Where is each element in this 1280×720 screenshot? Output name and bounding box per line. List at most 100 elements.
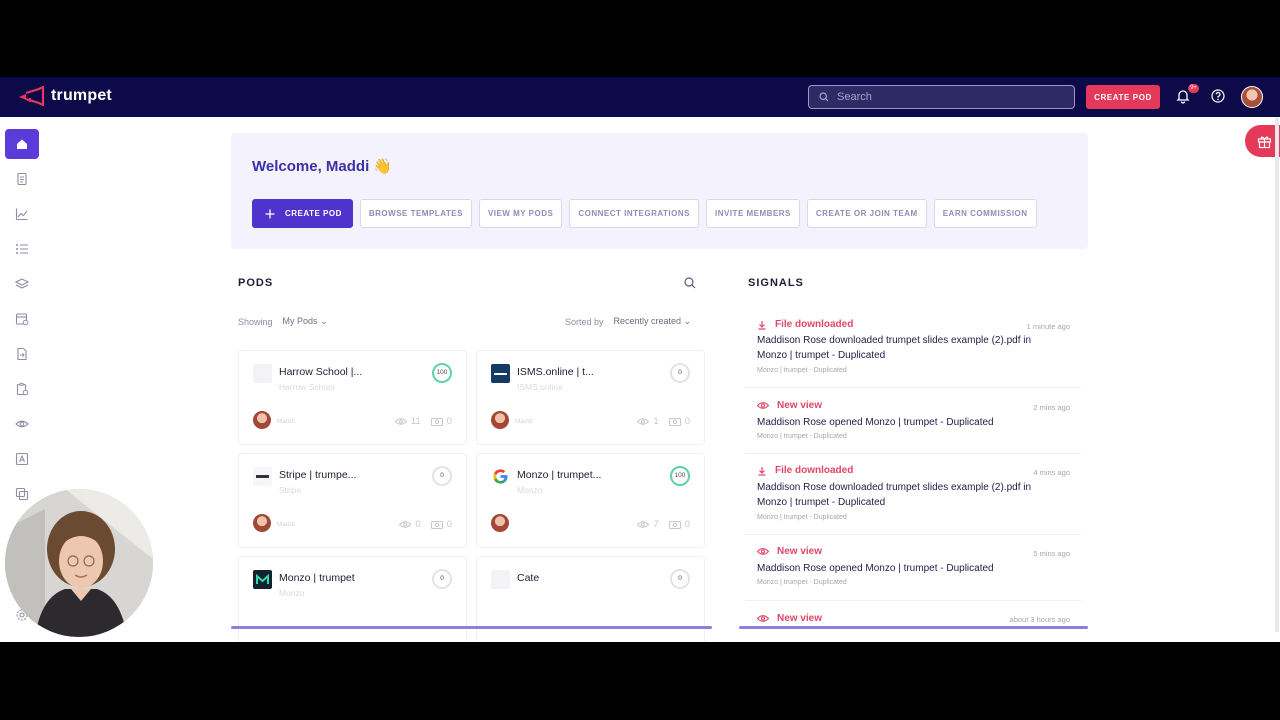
sidebar-item-views[interactable]	[5, 409, 39, 439]
pod-engagement: 0	[446, 519, 452, 530]
file-export-icon	[17, 347, 27, 361]
eye-icon	[757, 548, 769, 555]
eye-icon	[15, 420, 29, 428]
sort-dropdown[interactable]: Recently created ⌄	[614, 316, 692, 327]
sidebar-item-lists[interactable]	[5, 234, 39, 264]
signal-type: File downloaded	[757, 465, 853, 476]
signal-type-label: New view	[777, 546, 823, 557]
sidebar-item-tasks[interactable]	[5, 374, 39, 404]
download-icon	[758, 466, 766, 476]
pods-scrollbar[interactable]	[231, 626, 712, 629]
pod-owner-name: Maddi	[515, 418, 533, 425]
showing-label: Showing	[238, 316, 273, 327]
google-logo-icon	[493, 469, 508, 484]
showing-value: My Pods	[282, 316, 318, 326]
notification-badge: 9+	[1188, 84, 1199, 93]
pod-name: Cate	[517, 572, 540, 584]
page-scrollbar[interactable]	[1275, 117, 1279, 632]
pod-card[interactable]: Monzo | trumpet Monzo 0	[238, 556, 467, 642]
signal-item[interactable]: New view 2 mins ago Maddison Rose opened…	[745, 388, 1081, 454]
signal-type: New view	[757, 400, 822, 411]
plus-icon	[265, 209, 275, 218]
search-bar[interactable]	[808, 85, 1075, 109]
sidebar-item-text[interactable]	[5, 444, 39, 474]
chevron-down-icon: ⌄	[320, 316, 328, 326]
sidebar-item-files[interactable]	[5, 339, 39, 369]
pods-filter: Showing My Pods ⌄	[238, 316, 328, 327]
eye-icon	[394, 418, 407, 425]
signal-item[interactable]: New view 5 mins ago Maddison Rose opened…	[745, 535, 1081, 601]
create-pod-action-label: CREATE POD	[285, 209, 342, 218]
pod-card[interactable]: Harrow School |... Harrow School 100 Mad…	[238, 350, 467, 445]
text-box-icon	[15, 452, 29, 466]
engagement-icon	[668, 417, 681, 426]
sidebar-item-home[interactable]	[5, 129, 39, 159]
pod-logo	[253, 467, 272, 486]
signal-meta: Monzo | trumpet - Duplicated	[757, 433, 847, 440]
engagement-icon	[668, 520, 681, 529]
signals-title: SIGNALS	[748, 277, 804, 289]
eye-icon	[637, 521, 650, 528]
earn-commission-button[interactable]: EARN COMMISSION	[933, 199, 1037, 228]
home-icon	[17, 139, 27, 149]
pods-title: PODS	[238, 277, 274, 289]
pod-name: Monzo | trumpet	[279, 572, 355, 584]
signal-item[interactable]: File downloaded 1 minute ago Maddison Ro…	[745, 313, 1081, 388]
trumpet-logo[interactable]: trumpet	[17, 85, 112, 107]
view-my-pods-button[interactable]: VIEW MY PODS	[478, 199, 563, 228]
eye-icon	[757, 402, 769, 409]
search-icon	[819, 92, 829, 102]
pod-owner-name: Maddi	[277, 418, 295, 425]
copy-icon	[15, 487, 29, 501]
sidebar-item-documents[interactable]	[5, 164, 39, 194]
pods-search-icon[interactable]	[684, 277, 696, 289]
pod-score-badge: 0	[432, 569, 452, 589]
search-input[interactable]	[837, 91, 1057, 103]
sidebar-item-analytics[interactable]	[5, 199, 39, 229]
signal-body: Maddison Rose opened Monzo | trumpet - D…	[757, 417, 994, 428]
app-frame: trumpet CREATE POD 9+	[0, 77, 1280, 642]
sidebar-item-templates[interactable]	[5, 304, 39, 334]
pod-name: ISMS.online | t...	[517, 366, 594, 378]
signal-time: about 3 hours ago	[1009, 615, 1070, 624]
sidebar-item-layers[interactable]	[5, 269, 39, 299]
signal-type: New view	[757, 546, 822, 557]
engagement-icon	[430, 520, 443, 529]
help-icon[interactable]	[1211, 89, 1225, 103]
signal-type-label: File downloaded	[775, 465, 854, 476]
create-pod-button[interactable]: CREATE POD	[1086, 85, 1160, 109]
avatar	[253, 514, 271, 532]
eye-icon	[637, 418, 650, 425]
download-icon	[758, 320, 766, 330]
pod-score-badge: 0	[670, 569, 690, 589]
invite-members-button[interactable]: INVITE MEMBERS	[706, 199, 800, 228]
gift-icon	[1257, 136, 1272, 148]
showing-dropdown[interactable]: My Pods ⌄	[283, 316, 328, 327]
clipboard-check-icon	[16, 382, 29, 396]
pod-stats: 0 0	[399, 519, 452, 530]
create-or-join-team-button[interactable]: CREATE OR JOIN TEAM	[806, 199, 927, 228]
pod-card[interactable]: Cate 0	[476, 556, 705, 642]
connect-integrations-button[interactable]: CONNECT INTEGRATIONS	[569, 199, 699, 228]
user-avatar[interactable]	[1241, 86, 1263, 108]
chevron-down-icon: ⌄	[683, 316, 692, 326]
welcome-card: Welcome, Maddi 👋 CREATE POD BROWSE TEMPL…	[231, 133, 1088, 249]
signal-type: File downloaded	[757, 319, 853, 330]
signal-time: 1 minute ago	[1026, 322, 1070, 331]
pod-card[interactable]: Stripe | trumpe... Stripe 0 Maddi 0 0	[238, 453, 467, 548]
sort-value: Recently created	[613, 316, 682, 326]
calendar-settings-icon	[15, 313, 29, 326]
pod-engagement: 0	[446, 416, 452, 427]
signals-scrollbar[interactable]	[739, 626, 1088, 629]
pod-logo	[491, 570, 510, 589]
create-pod-action-button[interactable]: CREATE POD	[252, 199, 353, 228]
signal-item[interactable]: File downloaded 4 mins ago Maddison Rose…	[745, 454, 1081, 535]
pod-card[interactable]: Monzo | trumpet... Monzo 100 7 0	[476, 453, 705, 548]
pod-views: 1	[653, 416, 659, 427]
pod-card[interactable]: ISMS.online | t... ISMS.online 0 Maddi 1…	[476, 350, 705, 445]
signal-meta: Monzo | trumpet - Duplicated	[757, 367, 847, 374]
layers-icon	[15, 278, 29, 289]
pod-logo	[491, 467, 510, 486]
pod-engagement: 0	[684, 416, 690, 427]
browse-templates-button[interactable]: BROWSE TEMPLATES	[359, 199, 472, 228]
